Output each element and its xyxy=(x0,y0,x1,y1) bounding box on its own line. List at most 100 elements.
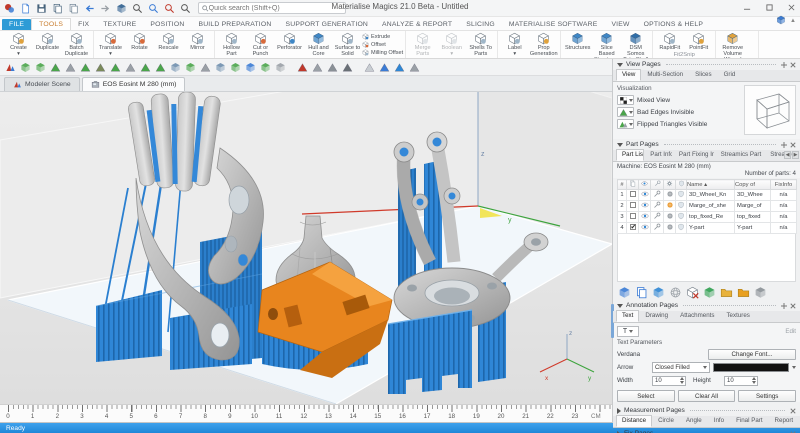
ribbon-button-offset[interactable]: Offset xyxy=(362,41,403,48)
flipped-triangles-visible-button[interactable] xyxy=(617,119,634,129)
brush-mark-icon[interactable] xyxy=(94,61,107,74)
ribbon-tab-materialise-software[interactable]: MATERIALISE SOFTWARE xyxy=(502,19,605,30)
pin-icon[interactable] xyxy=(781,141,787,148)
ribbon-button-label[interactable]: Label ▾ xyxy=(500,31,529,57)
clear-all-button[interactable]: Clear All xyxy=(677,390,736,402)
view-tab-grid[interactable]: Grid xyxy=(718,69,742,81)
measurement-tab-angle[interactable]: Angle xyxy=(680,415,708,427)
support-generate-icon[interactable] xyxy=(34,61,47,74)
part-tab-streamics-part-info[interactable]: Streamics Part Info xyxy=(715,149,765,161)
orientation-opt-icon[interactable] xyxy=(229,61,242,74)
mark-surface-icon[interactable] xyxy=(79,61,92,74)
measurement-tab-distance[interactable]: Distance xyxy=(616,415,653,427)
height-stepper[interactable]: 10 xyxy=(724,375,758,386)
close-section-icon[interactable] xyxy=(790,61,796,68)
ribbon-button-translate[interactable]: Translate ▾ xyxy=(96,31,125,57)
ribbon-button-duplicate[interactable]: Duplicate xyxy=(33,31,62,51)
mark-shell-icon[interactable] xyxy=(109,61,122,74)
undo-icon[interactable] xyxy=(83,2,96,15)
part-tab-part-fixing-info[interactable]: Part Fixing Info xyxy=(673,149,715,161)
tabs-scroll-right[interactable]: ▶ xyxy=(792,151,799,159)
ribbon-tab-tools[interactable]: TOOLS xyxy=(31,18,72,30)
close-section-icon[interactable] xyxy=(790,141,796,148)
ribbon-button-batch-duplicate[interactable]: Batch Duplicate xyxy=(62,31,91,57)
merge-selected-icon[interactable] xyxy=(651,285,665,299)
settings-button[interactable]: Settings xyxy=(738,390,797,402)
part-row-y-part[interactable]: 4 ✔ Y-part Y-part n/a xyxy=(617,222,797,234)
ribbon-tab-build-preparation[interactable]: BUILD PREPARATION xyxy=(191,19,278,30)
redo-icon[interactable] xyxy=(99,2,112,15)
ribbon-button-boolean[interactable]: Boolean ▾ xyxy=(437,31,466,57)
part-row-top-fixed-re[interactable]: 3 top_fixed_Re top_fixed n/a xyxy=(617,211,797,223)
ribbon-button-mirror[interactable]: Mirror xyxy=(183,31,212,51)
part-properties-icon[interactable] xyxy=(753,285,767,299)
support-list-icon[interactable] xyxy=(184,61,197,74)
import-part-icon[interactable] xyxy=(67,2,80,15)
triangle-gray-1-icon[interactable] xyxy=(311,61,324,74)
annotation-tab-attachments[interactable]: Attachments xyxy=(674,310,720,322)
ribbon-button-milling-offset[interactable]: Milling Offset xyxy=(362,49,403,56)
measurement-tab-circle[interactable]: Circle xyxy=(652,415,680,427)
zoom-window-icon[interactable] xyxy=(147,2,160,15)
triangle-blue-pair-icon[interactable] xyxy=(378,61,391,74)
ribbon-button-slice-based-structures[interactable]: Slice BasedStructures xyxy=(592,31,621,58)
duplicate-part-icon[interactable] xyxy=(634,285,648,299)
mark-plane-icon[interactable] xyxy=(64,61,77,74)
triangle-outline-icon[interactable] xyxy=(363,61,376,74)
ribbon-button-rotate[interactable]: Rotate xyxy=(125,31,154,51)
ribbon-tab-support-generation[interactable]: SUPPORT GENERATION xyxy=(279,19,376,30)
viewport-3d[interactable]: x y z xyxy=(0,92,612,404)
pin-icon[interactable] xyxy=(781,302,787,309)
triangle-gray-2-icon[interactable] xyxy=(326,61,339,74)
orientation-cube[interactable] xyxy=(744,85,796,135)
col-visible[interactable] xyxy=(638,179,651,190)
mesh-view-icon[interactable] xyxy=(274,61,287,74)
ribbon-button-structures[interactable]: Structures xyxy=(563,31,592,51)
ribbon-button-merge-parts[interactable]: Merge Parts xyxy=(408,31,437,57)
view-tab-view[interactable]: View xyxy=(616,69,642,81)
zoom-selection-icon[interactable] xyxy=(179,2,192,15)
annotation-tab-text[interactable]: Text xyxy=(616,310,640,322)
measurement-tab-report[interactable]: Report xyxy=(769,415,800,427)
col-status[interactable] xyxy=(663,179,676,190)
close-section-icon[interactable] xyxy=(790,407,796,414)
maximize-button[interactable] xyxy=(762,1,776,13)
ribbon-tab-position[interactable]: POSITION xyxy=(143,19,191,30)
collapse-ribbon-icon[interactable]: ▲ xyxy=(790,18,796,24)
measurement-tab-final-part[interactable]: Final Part xyxy=(730,415,768,427)
width-stepper[interactable]: 10 xyxy=(652,375,686,386)
search-input[interactable] xyxy=(208,4,342,12)
ribbon-button-remove-volume-wizard[interactable]: Remove VolumeWizard xyxy=(718,31,747,58)
ribbon-button-dsm-somos-tetrashell[interactable]: DSM SomosTetraShell xyxy=(621,31,650,58)
grid-view-icon[interactable] xyxy=(169,61,182,74)
text-tool-button[interactable]: T xyxy=(617,326,639,337)
ribbon-button-hollow-part[interactable]: Hollow Part xyxy=(217,31,246,57)
ribbon-button-extrude[interactable]: Extrude xyxy=(362,33,403,40)
marker-tool-icon[interactable] xyxy=(4,61,17,74)
ribbon-tab-slicing[interactable]: SLICING xyxy=(459,19,502,30)
close-section-icon[interactable] xyxy=(790,302,796,309)
ribbon-tab-texture[interactable]: TEXTURE xyxy=(96,19,143,30)
ribbon-button-pointfit[interactable]: PointFit xyxy=(684,31,713,51)
ribbon-button-perforator[interactable]: Perforator xyxy=(275,31,304,51)
quick-search[interactable] xyxy=(198,2,346,14)
mixed-view-button[interactable] xyxy=(617,95,634,105)
layout-switch-icon[interactable] xyxy=(776,12,786,30)
ribbon-tab-file[interactable]: FILE xyxy=(2,19,32,30)
zoom-fit-icon[interactable] xyxy=(163,2,176,15)
ribbon-button-rapidfit[interactable]: RapidFit xyxy=(655,31,684,51)
view-mode-icon[interactable] xyxy=(115,2,128,15)
triangle-gray-3-icon[interactable] xyxy=(408,61,421,74)
part-tab-part-list[interactable]: Part List xyxy=(616,149,645,161)
load-part-icon[interactable] xyxy=(719,285,733,299)
triangle-blue-icon[interactable] xyxy=(393,61,406,74)
ribbon-tab-fix[interactable]: FIX xyxy=(71,19,96,30)
col-select[interactable] xyxy=(626,179,639,190)
zoom-in-icon[interactable] xyxy=(131,2,144,15)
ribbon-tab-view[interactable]: VIEW xyxy=(604,19,636,30)
ribbon-button-surface-to-solid[interactable]: Surface to Solid xyxy=(333,31,362,57)
triangle-dark-icon[interactable] xyxy=(341,61,354,74)
col-tools[interactable] xyxy=(650,179,664,190)
arrow-style-select[interactable]: Closed Filled xyxy=(652,362,710,373)
tabs-scroll-left[interactable]: ◀ xyxy=(784,151,791,159)
